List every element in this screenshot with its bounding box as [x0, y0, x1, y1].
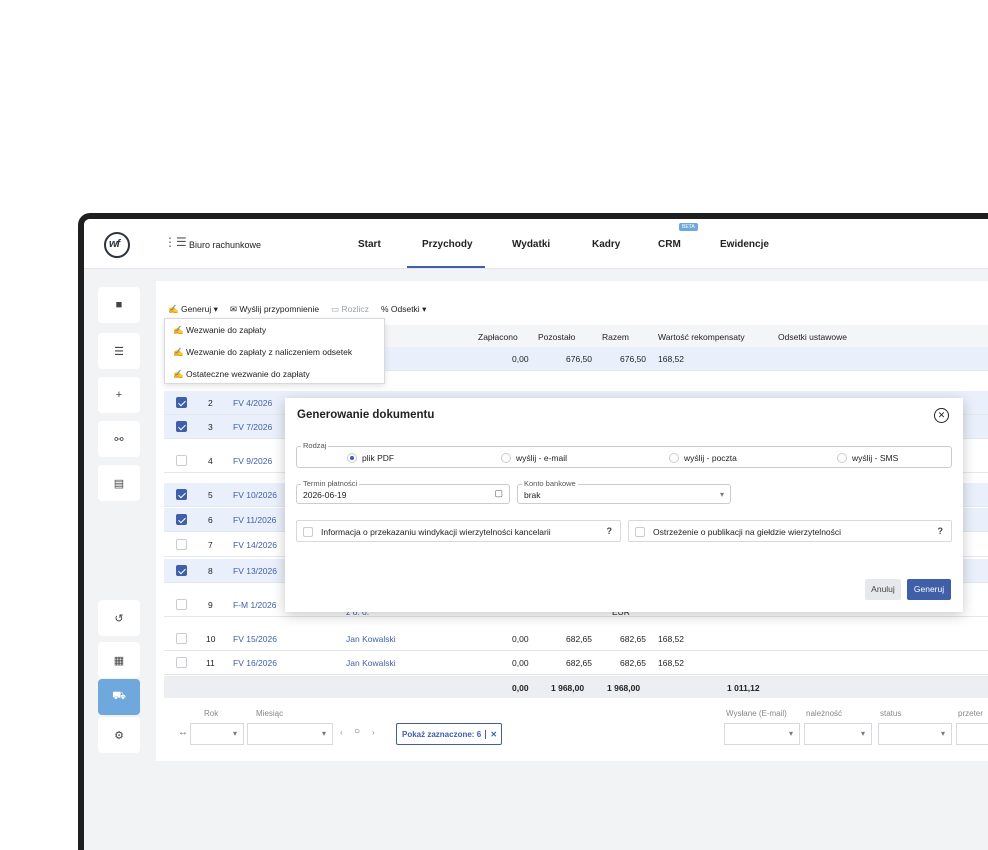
document-type-group: Rodzaj plik PDF wyślij - e-mail wyślij -…	[296, 441, 952, 468]
left-sidebar: ■ ☰ + ⚯ ▤ ↺ ▦ ⛟ ⚙	[84, 270, 156, 850]
clear-selection-icon[interactable]: ✕	[485, 730, 498, 739]
radio-sms[interactable]: wyślij - SMS	[837, 453, 898, 463]
filter-bar: ↔ Rok Miesiąc ‹ ○ › Pokaż zaznaczone: 6 …	[164, 701, 988, 756]
settle-button[interactable]: ▭ Rozlicz	[331, 304, 369, 315]
row-checkbox[interactable]	[176, 657, 187, 668]
generate-menu-button[interactable]: ✍ Generuj ▾	[168, 304, 218, 315]
nav-wydatki[interactable]: Wydatki	[512, 239, 550, 250]
dropdown-item-payment-demand[interactable]: ✍ Wezwanie do zapłaty	[165, 319, 384, 341]
bank-account-label: Konto bankowe	[522, 479, 578, 488]
expand-columns-icon[interactable]: ↔	[178, 727, 188, 738]
show-selected-button[interactable]: Pokaż zaznaczone: 6 ✕	[396, 723, 503, 745]
send-reminder-button[interactable]: ✉ Wyślij przypomnienie	[230, 304, 319, 315]
summary-row: 0,00 1 968,00 1 968,00 1 011,12	[164, 676, 988, 698]
overdue-select[interactable]	[956, 723, 988, 745]
year-label: Rok	[204, 709, 219, 718]
debt-exchange-warning-checkbox[interactable]: Ostrzeżenie o publikacji na giełdzie wie…	[628, 520, 952, 542]
generate-icon: ✍	[173, 325, 184, 335]
nav-start[interactable]: Start	[358, 239, 381, 250]
nav-przychody[interactable]: Przychody	[422, 239, 473, 250]
due-date-field[interactable]: Termin płatności 2026-06-19 ▢	[296, 479, 510, 504]
top-navigation: wf ⋮☰ Biuro rachunkowe Start Przychody W…	[84, 219, 988, 269]
chevron-down-icon: ▾	[719, 490, 724, 499]
row-checkbox[interactable]	[176, 599, 187, 610]
status-select[interactable]	[878, 723, 952, 745]
prev-month-icon[interactable]: ‹	[340, 728, 343, 737]
radio-pdf[interactable]: plik PDF	[347, 453, 394, 463]
percent-icon: %	[380, 303, 389, 314]
radio-email[interactable]: wyślij - e-mail	[501, 453, 567, 463]
due-date-label: Termin płatności	[301, 479, 360, 488]
toolbar: ✍ Generuj ▾ ✉ Wyślij przypomnienie ▭ Roz…	[168, 301, 426, 317]
bank-account-value: brak	[524, 490, 541, 500]
year-select[interactable]	[190, 723, 244, 745]
sent-email-select[interactable]	[724, 723, 800, 745]
plus-icon[interactable]: +	[98, 377, 140, 413]
next-month-icon[interactable]: ›	[372, 728, 375, 737]
col-remaining[interactable]: Pozostało	[538, 332, 575, 342]
cancel-button[interactable]: Anuluj	[865, 579, 901, 600]
col-compensation[interactable]: Wartość rekompensaty	[658, 332, 745, 342]
generate-icon: ✍	[168, 303, 179, 314]
row-checkbox[interactable]	[176, 539, 187, 550]
beta-badge: BETA	[679, 223, 698, 231]
help-icon[interactable]: ?	[607, 526, 613, 536]
dropdown-item-final-demand[interactable]: ✍ Ostateczne wezwanie do zapłaty	[165, 363, 384, 385]
row-checkbox[interactable]	[176, 514, 187, 525]
help-icon[interactable]: ?	[938, 526, 944, 536]
sent-email-label: Wysłane (E-mail)	[726, 709, 787, 718]
collection-info-checkbox[interactable]: Informacja o przekazaniu windykacji wier…	[296, 520, 621, 542]
row-checkbox[interactable]	[176, 421, 187, 432]
generate-icon: ✍	[173, 369, 184, 379]
generate-button[interactable]: Generuj	[907, 579, 951, 600]
col-statutory-interest[interactable]: Odsetki ustawowe	[778, 332, 847, 342]
current-month-icon[interactable]: ○	[354, 726, 360, 737]
month-select[interactable]	[247, 723, 333, 745]
col-total[interactable]: Razem	[602, 332, 629, 342]
active-nav-underline	[407, 266, 485, 268]
history-icon[interactable]: ↺	[98, 600, 140, 636]
interest-menu-button[interactable]: % Odsetki ▾	[381, 304, 426, 315]
calendar-icon[interactable]: ▢	[494, 488, 503, 499]
calculator-icon[interactable]: ▦	[98, 642, 140, 678]
document-icon[interactable]: ▤	[98, 465, 140, 501]
row-checkbox[interactable]	[176, 397, 187, 408]
logo[interactable]: wf	[104, 232, 130, 258]
nav-ewidencje[interactable]: Ewidencje	[720, 239, 769, 250]
cart-icon[interactable]: ⛟	[98, 679, 140, 715]
due-select[interactable]	[804, 723, 872, 745]
col-paid[interactable]: Zapłacono	[478, 332, 518, 342]
sliders-icon[interactable]: ⚯	[98, 421, 140, 457]
close-icon[interactable]: ✕	[934, 408, 949, 423]
table-row[interactable]: 11 FV 16/2026 Jan Kowalski 0,00 682,65 682,65…	[164, 651, 988, 675]
menu-toggle-icon[interactable]: ⋮☰	[164, 236, 187, 248]
briefcase-icon[interactable]: ■	[98, 287, 140, 323]
dropdown-item-payment-demand-interest[interactable]: ✍ Wezwanie do zapłaty z naliczeniem odse…	[165, 341, 384, 363]
generate-dropdown: ✍ Wezwanie do zapłaty ✍ Wezwanie do zapł…	[164, 318, 385, 384]
generate-document-modal: Generowanie dokumentu ✕ Rodzaj plik PDF …	[285, 398, 963, 612]
status-label: status	[880, 709, 902, 718]
month-label: Miesiąc	[256, 709, 284, 718]
row-checkbox[interactable]	[176, 489, 187, 500]
document-type-label: Rodzaj	[301, 441, 329, 450]
generate-icon: ✍	[173, 347, 184, 357]
nav-crm[interactable]: CRM	[658, 239, 681, 250]
modal-title: Generowanie dokumentu	[297, 409, 435, 421]
office-name[interactable]: Biuro rachunkowe	[189, 240, 261, 250]
due-date-value: 2026-06-19	[303, 490, 347, 500]
due-label: należność	[806, 709, 843, 718]
overdue-label: przeter	[958, 709, 983, 718]
bank-account-select[interactable]: Konto bankowe brak ▾	[517, 479, 731, 504]
row-checkbox[interactable]	[176, 633, 187, 644]
envelope-icon: ✉	[229, 303, 237, 314]
settings-icon[interactable]: ⚙	[98, 717, 140, 753]
row-checkbox[interactable]	[176, 565, 187, 576]
radio-post[interactable]: wyślij - poczta	[669, 453, 737, 463]
row-checkbox[interactable]	[176, 455, 187, 466]
table-row[interactable]: 10 FV 15/2026 Jan Kowalski 0,00 682,65 682,65…	[164, 627, 988, 651]
list-icon[interactable]: ☰	[98, 333, 140, 369]
cash-icon: ▭	[331, 303, 340, 314]
nav-kadry[interactable]: Kadry	[592, 239, 620, 250]
